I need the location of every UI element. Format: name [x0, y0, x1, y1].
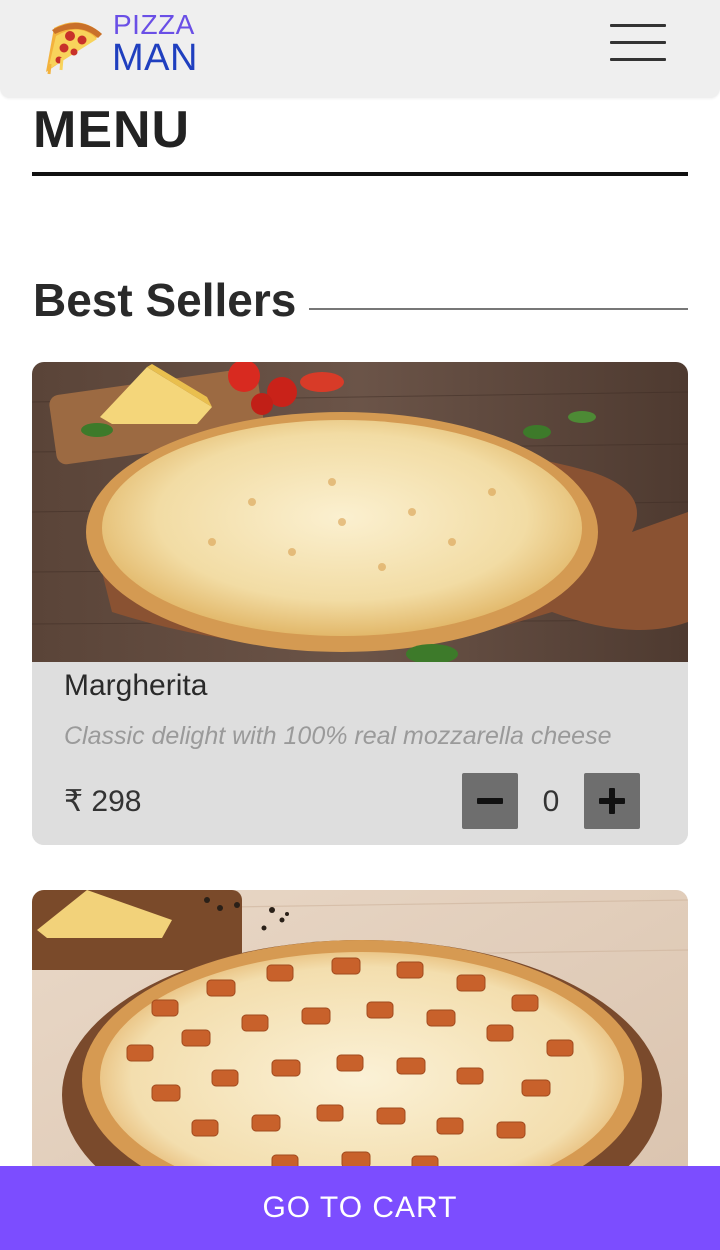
pizza-slice-icon	[46, 22, 102, 75]
quantity-value: 0	[542, 785, 560, 818]
page-title: MENU	[33, 101, 191, 159]
go-to-cart-label: GO TO CART	[262, 1191, 458, 1224]
margherita-pizza-image	[32, 362, 688, 662]
card-body: Margherita Classic delight with 100% rea…	[32, 662, 688, 845]
item-name: Margherita	[64, 669, 208, 702]
minus-icon	[477, 798, 503, 804]
decrease-quantity-button[interactable]	[462, 773, 518, 829]
app-header: PIZZA MAN	[0, 0, 720, 98]
menu-item-card: Margherita Classic delight with 100% rea…	[32, 362, 688, 845]
logo-text-top: PIZZA	[113, 9, 195, 40]
section-divider	[309, 308, 688, 310]
item-price: ₹ 298	[64, 785, 142, 818]
logo[interactable]: PIZZA MAN	[40, 9, 200, 79]
item-description: Classic delight with 100% real mozzarell…	[64, 722, 612, 750]
section-title: Best Sellers	[33, 274, 297, 326]
increase-quantity-button[interactable]	[584, 773, 640, 829]
go-to-cart-button[interactable]: GO TO CART	[0, 1166, 720, 1250]
title-divider	[32, 172, 688, 176]
logo-text-bottom: MAN	[112, 37, 198, 79]
hamburger-menu-icon[interactable]	[608, 22, 668, 64]
